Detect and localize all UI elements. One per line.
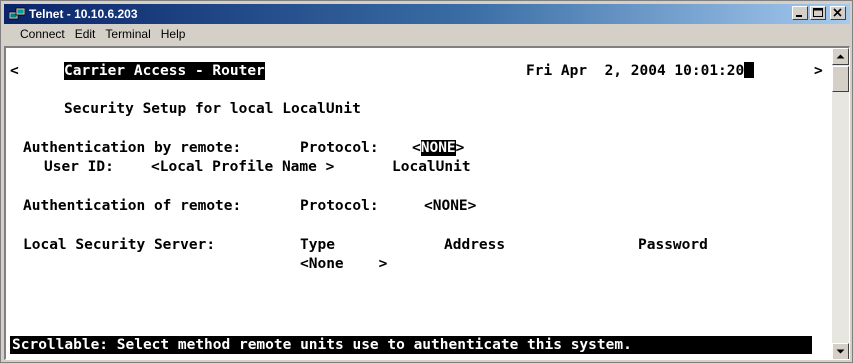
auth-by-remote-protocol-value[interactable]: NONE	[420, 140, 456, 156]
auth-by-remote-protocol-field[interactable]: <NONE>	[412, 139, 464, 157]
menu-terminal[interactable]: Terminal	[99, 25, 154, 44]
scroll-left-indicator: <	[10, 63, 19, 79]
close-icon	[833, 8, 842, 17]
vertical-scrollbar[interactable]	[832, 48, 849, 359]
maximize-button[interactable]	[810, 6, 826, 20]
column-type-header: Type	[300, 237, 335, 253]
screen-heading: Security Setup for local LocalUnit	[64, 101, 361, 117]
window-title: Telnet - 10.10.6.203	[29, 7, 138, 21]
status-message-bar: Scrollable: Select method remote units u…	[10, 336, 812, 354]
menu-edit[interactable]: Edit	[69, 25, 100, 44]
auth-by-remote-protocol-label: Protocol:	[300, 140, 379, 156]
auth-of-remote-protocol-label: Protocol:	[300, 198, 379, 214]
user-id-label: User ID:	[44, 159, 114, 175]
auth-of-remote-protocol-field[interactable]: <NONE>	[424, 197, 476, 215]
screen-datetime: Fri Apr 2, 2004 10:01:20	[526, 62, 755, 80]
arrow-down-icon	[836, 349, 845, 354]
minimize-button[interactable]	[792, 6, 808, 20]
terminal-screen[interactable]: < Carrier Access - Router Fri Apr 2, 200…	[6, 48, 832, 359]
maximize-icon	[813, 8, 823, 17]
auth-by-remote-label: Authentication by remote:	[23, 140, 242, 156]
auth-of-remote-label: Authentication of remote:	[23, 198, 242, 214]
menu-connect[interactable]: Connect	[4, 25, 69, 44]
scrollbar-thumb[interactable]	[832, 66, 849, 92]
column-address-header: Address	[444, 237, 506, 253]
scroll-down-button[interactable]	[832, 343, 849, 359]
screen-header-title: Carrier Access - Router	[64, 62, 265, 80]
window-controls	[792, 6, 846, 20]
scroll-right-indicator: >	[814, 63, 823, 79]
menu-bar: Connect Edit Terminal Help	[4, 25, 850, 44]
menu-help[interactable]: Help	[155, 25, 190, 44]
scroll-up-button[interactable]	[832, 48, 849, 65]
terminal-area[interactable]: < Carrier Access - Router Fri Apr 2, 200…	[4, 46, 850, 360]
minimize-icon	[796, 15, 802, 17]
user-id-field[interactable]: <Local Profile Name >	[151, 158, 334, 176]
column-password-header: Password	[638, 237, 708, 253]
telnet-window: Telnet - 10.10.6.203 Connect Edit Termin…	[0, 0, 853, 363]
text-cursor	[744, 62, 755, 78]
security-server-type-field[interactable]: <None >	[300, 255, 387, 273]
telnet-computer-icon	[8, 7, 26, 21]
local-security-server-label: Local Security Server:	[23, 237, 216, 253]
title-bar[interactable]: Telnet - 10.10.6.203	[4, 4, 850, 24]
close-button[interactable]	[830, 6, 846, 20]
user-id-value: LocalUnit	[392, 159, 471, 175]
arrow-up-icon	[836, 54, 845, 59]
